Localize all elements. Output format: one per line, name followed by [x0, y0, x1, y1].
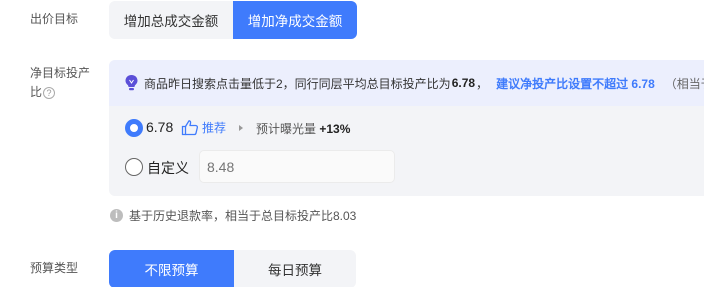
caret-right-icon	[239, 125, 243, 131]
net-roi-label-line2: 比?	[30, 83, 90, 102]
custom-radio[interactable]	[125, 158, 143, 176]
exposure-estimate: 预计曝光量 +13%	[256, 120, 350, 137]
budget-option-unlimited[interactable]: 不限预算	[109, 250, 234, 287]
budget-type-label: 预算类型	[30, 261, 79, 275]
net-roi-label-line1: 净目标投产	[30, 66, 91, 80]
help-icon[interactable]: ?	[43, 86, 56, 99]
thumbs-up-icon	[181, 120, 199, 136]
notice-suggestion-link[interactable]: 建议净投产比设置不超过 6.78	[496, 75, 655, 92]
recommended-value: 6.78	[146, 119, 174, 135]
bid-target-toggle: 增加总成交金额 增加净成交金额	[109, 1, 357, 39]
roi-notice-bar: 商品昨日搜索点击量低于2，同行同层平均总目标投产比为 6.78 ， 建议净投产比…	[109, 60, 704, 106]
roi-hint: i 基于历史退款率，相当于总目标投产比8.03	[110, 207, 356, 224]
notice-text: 商品昨日搜索点击量低于2，同行同层平均总目标投产比为	[144, 76, 451, 91]
custom-roi-input[interactable]	[199, 150, 395, 183]
recommended-badge: 推荐	[181, 119, 226, 136]
notice-tail: （相当于总	[664, 76, 704, 91]
budget-type-toggle: 不限预算 每日预算	[109, 250, 356, 287]
exposure-estimate-value: +13%	[319, 122, 351, 136]
custom-label: 自定义	[147, 160, 189, 176]
notice-value: 6.78	[451, 76, 476, 90]
campaign-settings-form: 出价目标 增加总成交金额 增加净成交金额 净目标投产 比? 商品昨日搜索点击量低…	[0, 0, 704, 287]
bid-target-option-gross[interactable]: 增加总成交金额	[109, 1, 233, 39]
net-roi-label-line2-text: 比	[30, 85, 43, 99]
lightbulb-icon	[125, 75, 138, 91]
net-roi-panel: 商品昨日搜索点击量低于2，同行同层平均总目标投产比为 6.78 ， 建议净投产比…	[109, 60, 704, 196]
budget-option-unlimited-label: 不限预算	[144, 263, 199, 278]
bid-target-option-gross-label: 增加总成交金额	[123, 14, 219, 29]
recommended-badge-label: 推荐	[202, 121, 227, 135]
bid-target-option-net[interactable]: 增加净成交金额	[233, 1, 357, 39]
bid-target-option-net-label: 增加净成交金额	[247, 14, 343, 29]
budget-option-daily-label: 每日预算	[268, 263, 322, 278]
bid-target-label: 出价目标	[30, 12, 79, 26]
budget-option-daily[interactable]: 每日预算	[234, 250, 356, 287]
notice-comma: ，	[476, 76, 489, 91]
info-icon: i	[110, 209, 123, 222]
net-roi-label: 净目标投产 比?	[30, 64, 90, 102]
recommended-radio[interactable]	[125, 119, 143, 137]
exposure-estimate-label: 预计曝光量	[256, 122, 317, 136]
roi-hint-text: 基于历史退款率，相当于总目标投产比8.03	[129, 209, 357, 223]
